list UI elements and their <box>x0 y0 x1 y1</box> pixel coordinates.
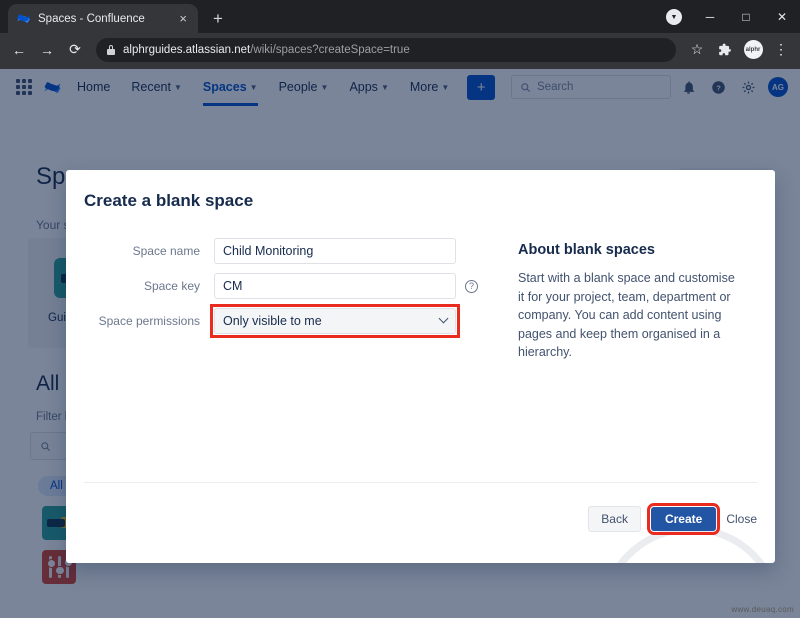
create-space-form: Space name Child Monitoring Space key CM… <box>66 238 486 343</box>
window-controls: ─ □ ✕ <box>692 0 800 33</box>
download-indicator-icon[interactable]: ▼ <box>666 9 682 25</box>
bookmark-star-icon[interactable]: ☆ <box>684 37 710 63</box>
browser-tab[interactable]: Spaces - Confluence × <box>8 4 198 33</box>
browser-title-bar: Spaces - Confluence × + ▼ ─ □ ✕ <box>0 0 800 33</box>
space-name-input[interactable]: Child Monitoring <box>214 238 456 264</box>
lock-icon <box>107 44 115 55</box>
extensions-puzzle-icon[interactable] <box>712 37 738 63</box>
url-host: alphrguides.atlassian.net <box>123 43 251 56</box>
space-permissions-highlight: Only visible to me <box>210 304 460 338</box>
browser-toolbar: ← → ⟳ alphrguides.atlassian.net/wiki/spa… <box>0 33 800 66</box>
browser-tab-title: Spaces - Confluence <box>38 12 145 25</box>
close-window-button[interactable]: ✕ <box>764 0 800 33</box>
about-heading: About blank spaces <box>518 242 655 258</box>
about-blank-spaces-panel: About blank spaces Start with a blank sp… <box>518 242 740 362</box>
dialog-footer: Back Create Close <box>588 503 757 535</box>
chrome-profile-avatar[interactable]: alphr <box>740 37 766 63</box>
space-key-input[interactable]: CM <box>214 273 456 299</box>
back-icon[interactable]: ← <box>6 37 32 63</box>
back-button[interactable]: Back <box>588 506 641 532</box>
space-permissions-label: Space permissions <box>98 314 200 328</box>
address-bar[interactable]: alphrguides.atlassian.net/wiki/spaces?cr… <box>96 37 676 62</box>
forward-icon[interactable]: → <box>34 37 60 63</box>
dialog-divider <box>84 482 757 483</box>
create-blank-space-dialog: Create a blank space Space name Child Mo… <box>66 170 775 563</box>
watermark: www.deuaq.com <box>731 605 794 614</box>
close-link[interactable]: Close <box>726 512 757 526</box>
browser-menu-icon[interactable]: ⋮ <box>768 37 794 63</box>
space-permissions-select[interactable]: Only visible to me <box>214 308 456 334</box>
space-key-help-circle-icon[interactable]: ? <box>465 279 478 293</box>
maximize-button[interactable]: □ <box>728 0 764 33</box>
space-key-label: Space key <box>143 279 200 293</box>
create-button[interactable]: Create <box>650 507 717 531</box>
minimize-button[interactable]: ─ <box>692 0 728 33</box>
address-bar-url: alphrguides.atlassian.net/wiki/spaces?cr… <box>123 44 410 56</box>
form-row-space-permissions: Space permissions Only visible to me <box>66 304 486 338</box>
dialog-title: Create a blank space <box>84 191 254 210</box>
about-body: Start with a blank space and customise i… <box>518 271 735 359</box>
confluence-favicon-icon <box>16 11 31 26</box>
form-row-space-name: Space name Child Monitoring <box>66 238 486 264</box>
reload-icon[interactable]: ⟳ <box>62 37 88 63</box>
create-button-highlight: Create <box>646 503 721 535</box>
screenshot-root: Spaces - Confluence × + ▼ ─ □ ✕ ← → ⟳ al… <box>0 0 800 618</box>
profile-initials: alphr <box>743 40 763 59</box>
tab-close-icon[interactable]: × <box>176 10 190 27</box>
form-row-space-key: Space key CM ? <box>66 273 486 299</box>
new-tab-button[interactable]: + <box>207 8 229 29</box>
url-path: /wiki/spaces?createSpace=true <box>250 43 410 56</box>
space-name-label: Space name <box>132 244 200 258</box>
